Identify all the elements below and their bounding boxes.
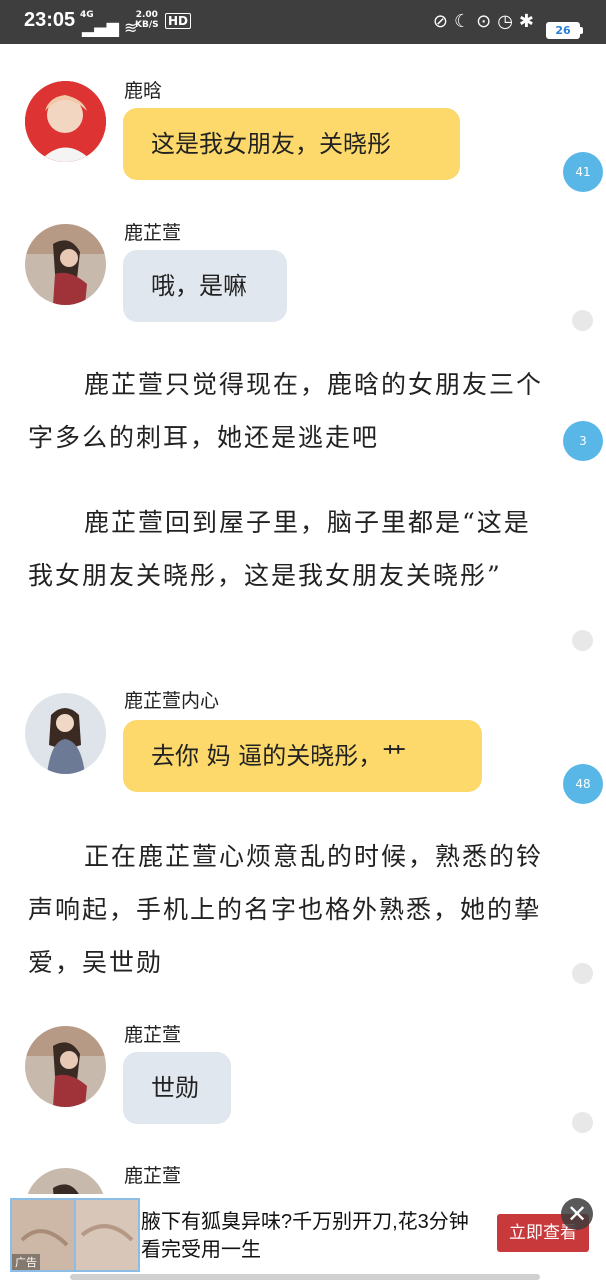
- sender-name: 鹿芷萱: [124, 1024, 182, 1046]
- comment-dot[interactable]: [572, 310, 593, 331]
- battery-tip: [580, 27, 583, 34]
- ad-label: 广告: [12, 1254, 40, 1270]
- comment-count-badge[interactable]: 3: [563, 421, 603, 461]
- lock-icon: ⊙: [476, 11, 498, 32]
- message-bubble[interactable]: 哦，是嘛: [123, 250, 287, 322]
- avatar-image: [25, 693, 106, 774]
- ad-text[interactable]: 腋下有狐臭异味?千万别开刀,花3分钟看完受用一生: [141, 1208, 481, 1264]
- avatar-image: [25, 224, 106, 305]
- mute-icon: ⊘: [432, 11, 454, 32]
- narration-paragraph: 鹿芷萱只觉得现在，鹿晗的女朋友三个字多么的刺耳，她还是逃走吧: [28, 370, 544, 452]
- comment-dot[interactable]: [572, 963, 593, 984]
- avatar-luhan[interactable]: [25, 81, 106, 162]
- message-bubble[interactable]: 这是我女朋友，关晓彤: [123, 108, 460, 180]
- comment-dot[interactable]: [572, 630, 593, 651]
- comment-count-badge[interactable]: 48: [563, 764, 603, 804]
- moon-icon: ☾: [453, 11, 477, 32]
- avatar-image: [25, 81, 106, 162]
- alarm-icon: ◷: [497, 11, 519, 32]
- avatar-luzhixuan[interactable]: [25, 1026, 106, 1107]
- comment-dot[interactable]: [572, 1112, 593, 1133]
- status-time: 23:05: [24, 9, 76, 31]
- status-bar: 23:05 4G ▂▄▆ ≋ 2.00 KB/S HD ⊘☾⊙◷✱ 26: [0, 0, 606, 44]
- system-status-icons: ⊘☾⊙◷✱: [433, 11, 540, 32]
- comment-count-badge[interactable]: 41: [563, 152, 603, 192]
- battery-icon: 26: [546, 22, 580, 39]
- message-bubble[interactable]: 世勋: [123, 1052, 231, 1124]
- signal-wifi-icons: ▂▄▆ ≋: [82, 18, 138, 37]
- ad-banner[interactable]: 广告 腋下有狐臭异味?千万别开刀,花3分钟看完受用一生 立即查看 ✕: [0, 1194, 606, 1280]
- sender-name: 鹿芷萱: [124, 222, 182, 244]
- avatar-image: [25, 1026, 106, 1107]
- avatar-luzhixuan[interactable]: [25, 224, 106, 305]
- story-content[interactable]: 鹿晗 这是我女朋友，关晓彤 41 鹿芷萱 哦，是嘛 鹿芷萱只觉得现在，鹿晗的女朋…: [0, 44, 606, 1249]
- sender-name: 鹿晗: [124, 80, 163, 102]
- sender-name: 鹿芷萱: [124, 1165, 182, 1187]
- message-bubble[interactable]: 去你 妈 逼的关晓彤，艹: [123, 720, 482, 792]
- hd-icon: HD: [165, 13, 192, 29]
- sender-name: 鹿芷萱内心: [124, 690, 220, 712]
- close-icon[interactable]: ✕: [561, 1198, 593, 1230]
- bluetooth-icon: ✱: [518, 11, 540, 32]
- gesture-bar: [70, 1274, 540, 1280]
- network-speed: 2.00 KB/S: [135, 10, 159, 30]
- narration-paragraph: 正在鹿芷萱心烦意乱的时候，熟悉的铃声响起，手机上的名字也格外熟悉，她的挚爱，吴世…: [28, 842, 544, 977]
- narration-paragraph: 鹿芷萱回到屋子里，脑子里都是“这是我女朋友关晓彤，这是我女朋友关晓彤”: [28, 508, 531, 590]
- avatar-luzhixuan-inner[interactable]: [25, 693, 106, 774]
